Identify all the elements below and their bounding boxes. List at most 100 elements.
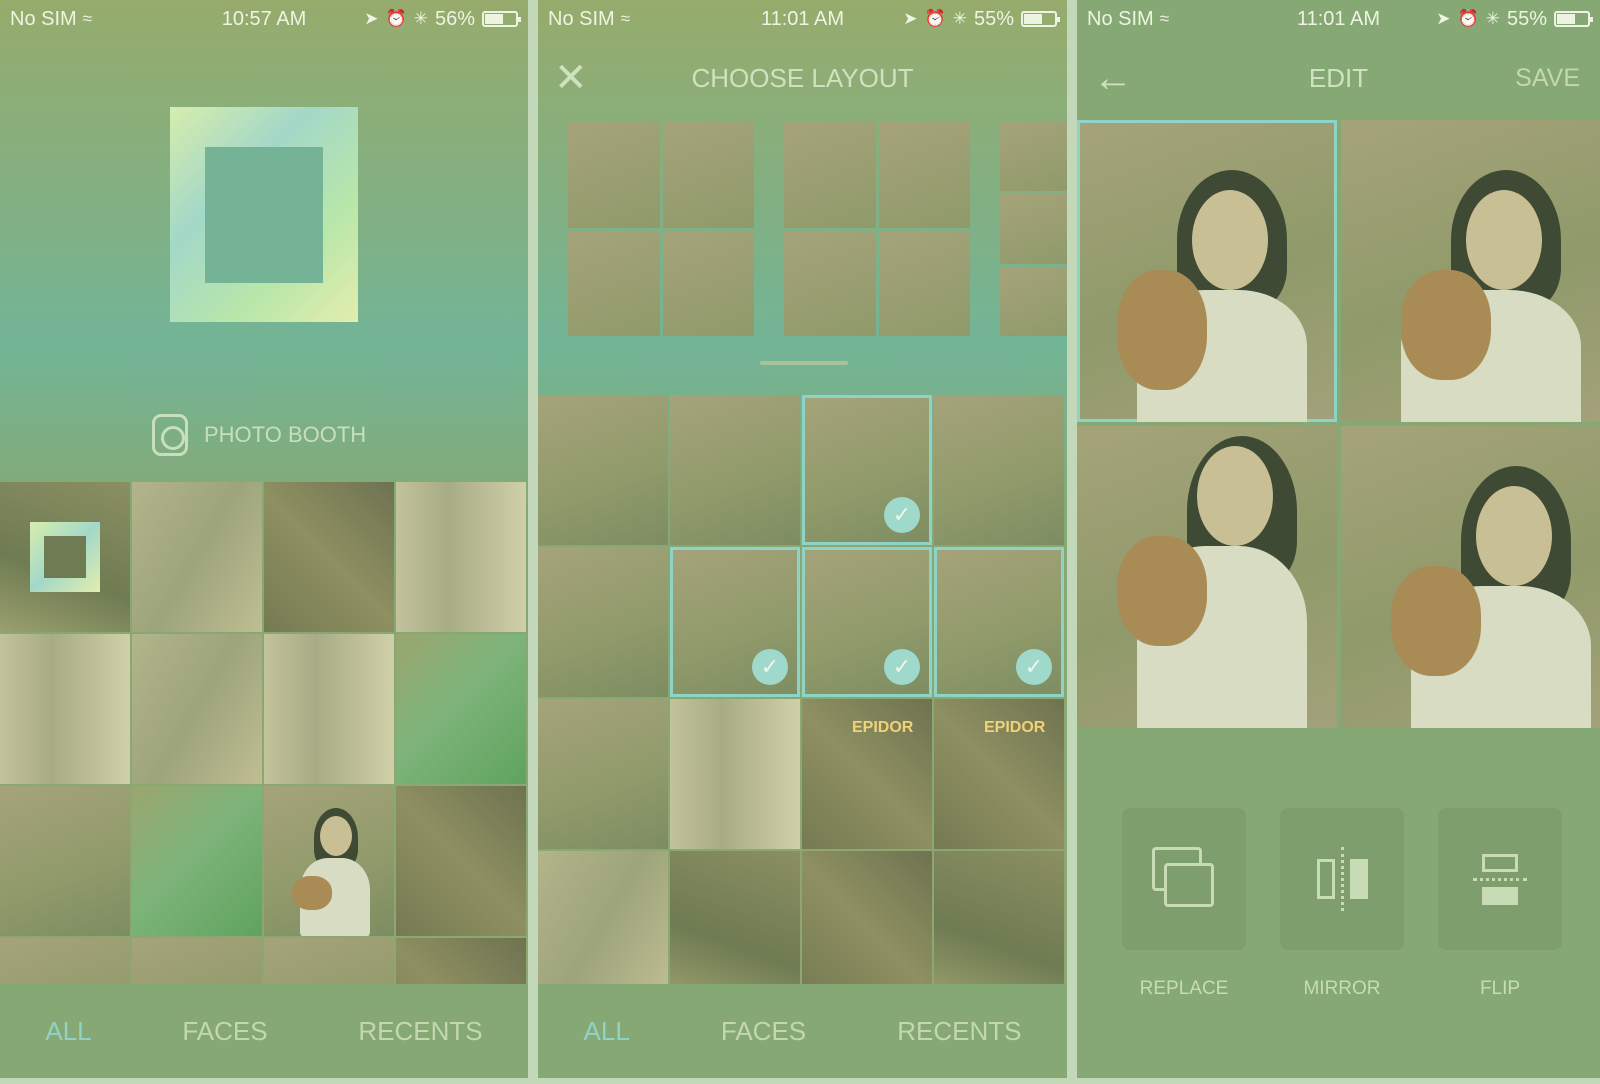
photo-thumb[interactable]: [264, 786, 394, 936]
carrier-label: No SIM: [10, 7, 77, 30]
photo-thumb[interactable]: [538, 547, 668, 697]
photo-thumb[interactable]: [0, 482, 130, 632]
tab-bar: ALL FACES RECENTS: [538, 984, 1067, 1078]
status-right: ➤ ⏰ ✳ 55%: [903, 7, 1060, 31]
tab-recents[interactable]: RECENTS: [344, 1008, 496, 1055]
layout-option[interactable]: [784, 122, 970, 336]
page-title: EDIT: [1308, 62, 1369, 93]
edit-screen: No SIM≈ 11:01 AM ➤ ⏰ ✳ 55% ← EDIT SAVE: [1077, 0, 1600, 1078]
alarm-icon: ⏰: [385, 9, 407, 28]
photo-thumb[interactable]: [396, 786, 526, 936]
battery-icon: [1021, 11, 1060, 27]
collage-editor: [1077, 120, 1600, 728]
photo-thumb[interactable]: [264, 482, 394, 632]
edit-toolbar: REPLACE MIRROR FLIP: [1122, 808, 1562, 1000]
photo-thumb[interactable]: [670, 395, 800, 545]
collage-panel[interactable]: [1340, 120, 1600, 422]
mirror-button[interactable]: [1280, 808, 1404, 950]
tab-faces[interactable]: FACES: [707, 1008, 820, 1055]
carrier: No SIM ≈: [548, 8, 630, 31]
photo-thumb-selected[interactable]: ✓: [670, 547, 800, 697]
status-right: ➤ ⏰ ✳ 56%: [364, 7, 521, 31]
check-icon: ✓: [1016, 649, 1052, 685]
photo-thumb[interactable]: EPIDOR: [802, 699, 932, 849]
photo-grid: ✓ ✓ ✓ ✓ EPIDOR EPIDOR: [538, 395, 1067, 1001]
collage-panel-selected[interactable]: [1077, 120, 1337, 422]
battery-percent: 55%: [973, 7, 1014, 30]
status-bar: No SIM ≈ 10:57 AM ➤ ⏰ ✳ 56%: [0, 0, 528, 38]
carrier: No SIM ≈: [1087, 8, 1169, 31]
close-icon[interactable]: ✕: [554, 58, 588, 98]
photo-booth-camera-icon: [152, 414, 188, 456]
tab-all[interactable]: ALL: [31, 1008, 105, 1055]
bluetooth-icon: ✳: [1485, 9, 1500, 28]
wifi-icon: ≈: [82, 9, 93, 28]
replace-button[interactable]: [1122, 808, 1246, 950]
nav-bar: ← EDIT SAVE: [1077, 48, 1600, 108]
battery-icon: [482, 11, 521, 27]
status-bar: No SIM ≈ 11:01 AM ➤ ⏰ ✳ 55%: [1077, 0, 1600, 38]
bluetooth-icon: ✳: [413, 9, 428, 28]
photo-thumb[interactable]: [538, 851, 668, 1001]
sign-text: EPIDOR: [984, 719, 1046, 736]
flip-button[interactable]: [1438, 808, 1562, 950]
status-right: ➤ ⏰ ✳ 55%: [1436, 7, 1593, 31]
mirror-icon: [1316, 847, 1368, 911]
photo-thumb[interactable]: [934, 395, 1064, 545]
bluetooth-icon: ✳: [952, 9, 967, 28]
battery-percent: 56%: [434, 7, 475, 30]
photo-thumb[interactable]: [670, 851, 800, 1001]
photo-booth-label: PHOTO BOOTH: [204, 422, 367, 447]
alarm-icon: ⏰: [1457, 9, 1479, 28]
photo-thumb[interactable]: [0, 634, 130, 784]
wifi-icon: ≈: [620, 9, 631, 28]
photo-thumb-selected[interactable]: ✓: [934, 547, 1064, 697]
photo-thumb-selected[interactable]: ✓: [802, 395, 932, 545]
photo-thumb[interactable]: [132, 482, 262, 632]
tab-faces[interactable]: FACES: [168, 1008, 281, 1055]
wifi-icon: ≈: [1159, 9, 1170, 28]
tab-all[interactable]: ALL: [570, 1008, 644, 1055]
check-icon: ✓: [884, 649, 920, 685]
layout-home-screen: No SIM≈ 10:57 AM ➤ ⏰ ✳ 56% PHOTO BOOTH: [0, 0, 528, 1078]
mirror-label: MIRROR: [1303, 978, 1381, 999]
mirror-tool: MIRROR: [1280, 808, 1404, 1000]
alarm-icon: ⏰: [924, 9, 946, 28]
sign-text: EPIDOR: [852, 719, 914, 736]
back-arrow-icon[interactable]: ←: [1093, 58, 1133, 98]
photo-thumb[interactable]: EPIDOR: [934, 699, 1064, 849]
photo-thumb[interactable]: [264, 634, 394, 784]
layout-option[interactable]: [568, 122, 754, 336]
tab-bar: ALL FACES RECENTS: [0, 984, 528, 1078]
photo-thumb[interactable]: [0, 786, 130, 936]
location-icon: ➤: [1436, 9, 1451, 28]
drag-handle[interactable]: [760, 361, 848, 365]
nav-bar: ✕ CHOOSE LAYOUT: [538, 48, 1067, 108]
photo-thumb[interactable]: [670, 699, 800, 849]
flip-icon: [1473, 853, 1527, 905]
choose-layout-screen: No SIM ≈ 11:01 AM ➤ ⏰ ✳ 55% ✕ CHOOSE LAYO…: [538, 0, 1067, 1078]
battery-percent: 55%: [1506, 7, 1547, 30]
photo-thumb[interactable]: [396, 482, 526, 632]
carrier-label: No SIM: [1087, 7, 1154, 30]
layout-option[interactable]: [1000, 122, 1067, 336]
location-icon: ➤: [364, 9, 379, 28]
collage-panel[interactable]: [1077, 426, 1337, 728]
photo-thumb[interactable]: [396, 634, 526, 784]
replace-tool: REPLACE: [1122, 808, 1246, 1000]
battery-icon: [1554, 11, 1593, 27]
photo-thumb[interactable]: [538, 395, 668, 545]
photo-thumb[interactable]: [538, 699, 668, 849]
tab-recents[interactable]: RECENTS: [883, 1008, 1035, 1055]
photo-booth-button[interactable]: PHOTO BOOTH: [152, 414, 366, 456]
photo-thumb-selected[interactable]: ✓: [802, 547, 932, 697]
check-icon: ✓: [752, 649, 788, 685]
photo-thumb[interactable]: [802, 851, 932, 1001]
page-title: CHOOSE LAYOUT: [691, 62, 914, 93]
photo-thumb[interactable]: [132, 634, 262, 784]
photo-thumb[interactable]: [934, 851, 1064, 1001]
location-icon: ➤: [903, 9, 918, 28]
save-button[interactable]: SAVE: [1515, 64, 1580, 93]
photo-thumb[interactable]: [132, 786, 262, 936]
collage-panel[interactable]: [1340, 426, 1600, 728]
